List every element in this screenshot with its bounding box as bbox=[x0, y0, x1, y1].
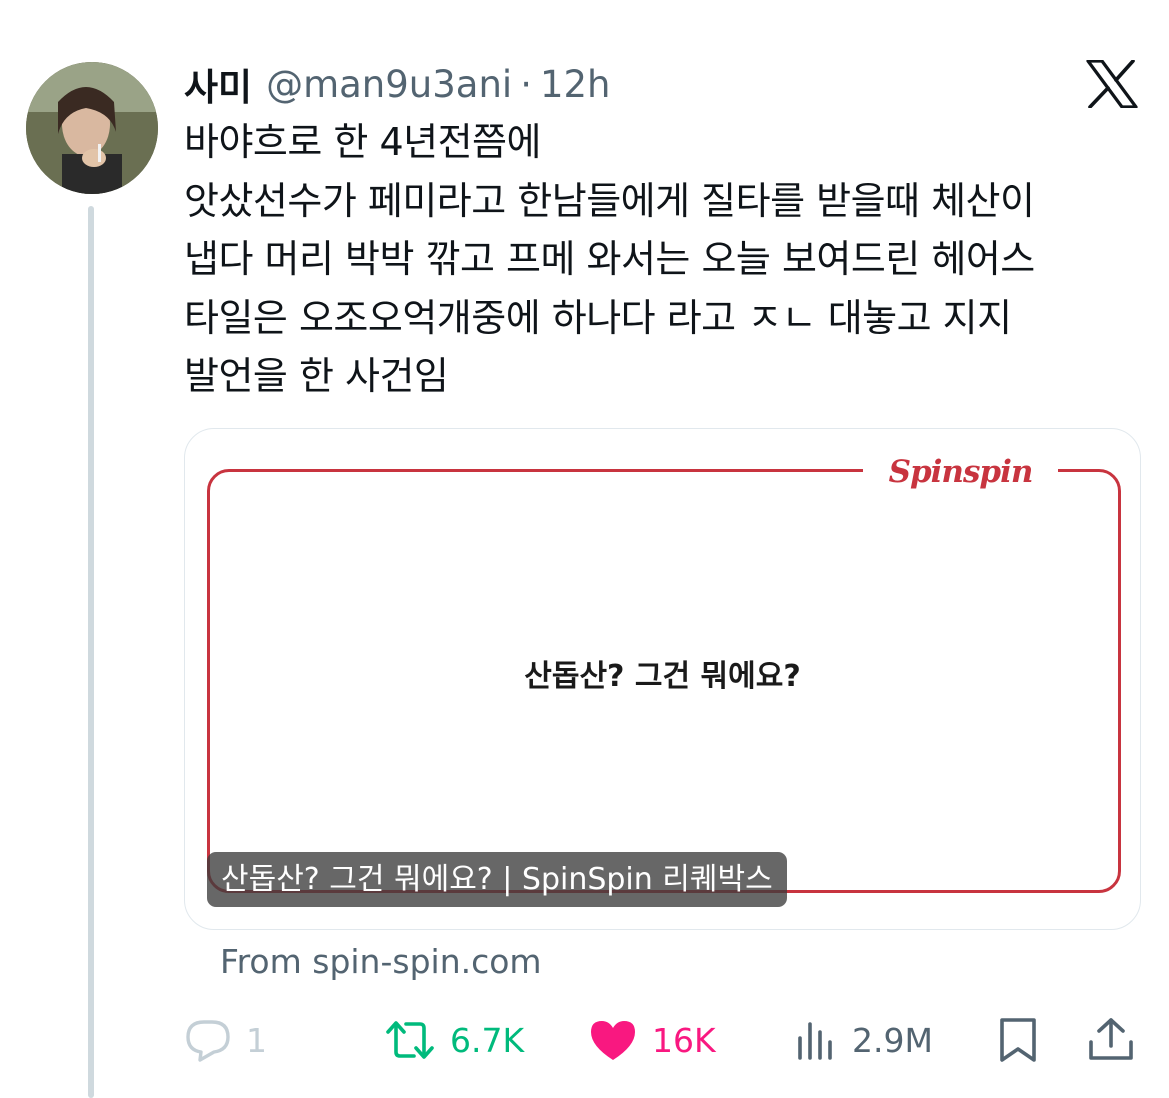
x-logo-icon bbox=[1086, 59, 1138, 109]
card-title-overlay: 산돕산? 그건 뭐에요? | SpinSpin 리퀘박스 bbox=[207, 852, 787, 907]
share-icon bbox=[1087, 1016, 1135, 1064]
reply-count: 1 bbox=[246, 1020, 267, 1060]
user-handle[interactable]: @man9u3ani bbox=[266, 63, 512, 106]
reply-button[interactable]: 1 bbox=[184, 1010, 267, 1070]
like-button[interactable]: 16K bbox=[588, 1010, 716, 1070]
thread-line bbox=[88, 206, 94, 1098]
avatar[interactable] bbox=[26, 62, 158, 194]
spinspin-logo: Spinspin bbox=[888, 454, 1034, 490]
retweet-icon bbox=[384, 1018, 436, 1062]
tweet-actions: 1 6.7K 16K 2.9M bbox=[184, 1010, 1139, 1070]
views-button[interactable]: 2.9M bbox=[794, 1010, 933, 1070]
retweet-count: 6.7K bbox=[450, 1020, 525, 1060]
heart-icon bbox=[588, 1018, 638, 1062]
card-question-text: 산돕산? 그건 뭐에요? bbox=[524, 659, 801, 694]
separator-dot: · bbox=[520, 62, 532, 106]
link-card[interactable]: Spinspin 산돕산? 그건 뭐에요? 산돕산? 그건 뭐에요? | Spi… bbox=[184, 428, 1141, 930]
bookmark-button[interactable] bbox=[996, 1010, 1040, 1070]
card-brand: Spinspin bbox=[863, 447, 1058, 497]
views-icon bbox=[794, 1018, 838, 1062]
timestamp[interactable]: 12h bbox=[540, 63, 611, 106]
retweet-button[interactable]: 6.7K bbox=[384, 1010, 524, 1070]
share-button[interactable] bbox=[1087, 1010, 1135, 1070]
tweet-header: 사미 @man9u3ani · 12h bbox=[184, 56, 611, 112]
bookmark-icon bbox=[996, 1016, 1040, 1064]
like-count: 16K bbox=[652, 1020, 716, 1060]
card-source-link[interactable]: From spin-spin.com bbox=[220, 942, 542, 981]
display-name[interactable]: 사미 bbox=[184, 57, 252, 111]
views-count: 2.9M bbox=[852, 1020, 933, 1060]
reply-icon bbox=[184, 1018, 232, 1062]
tweet-text: 바야흐로 한 4년전쯤에 앗샀선수가 페미라고 한남들에게 질타를 받을때 체산… bbox=[184, 120, 1035, 398]
